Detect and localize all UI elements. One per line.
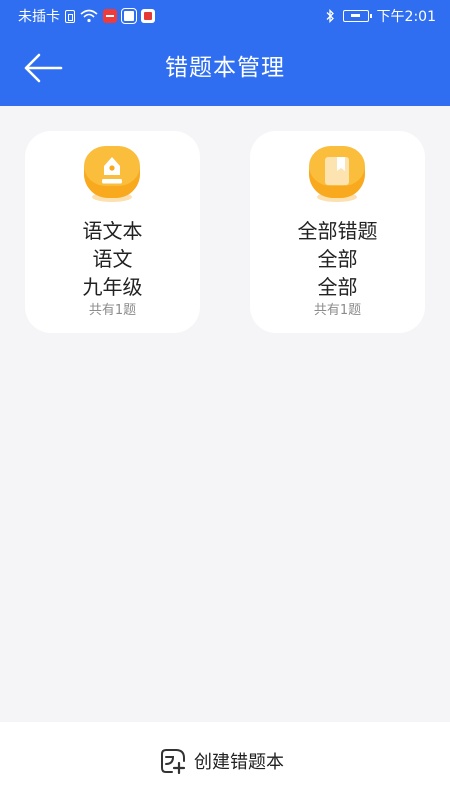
status-right: 下午2:01 — [325, 6, 436, 26]
page-title: 错题本管理 — [165, 55, 285, 81]
create-notebook-button[interactable]: 创建错题本 — [160, 747, 284, 775]
question-count: 共有1题 — [313, 303, 362, 318]
bottom-action-bar: 创建错题本 — [0, 722, 450, 800]
notebook-grade: 全部 — [317, 275, 358, 299]
carrier-text: 未插卡 — [18, 9, 60, 25]
clock-text: 下午2:01 — [376, 9, 436, 25]
sim-card-icon — [65, 9, 75, 23]
status-bar: 未插卡 下午2:01 — [0, 0, 450, 30]
notebook-name: 语文本 — [82, 219, 143, 243]
notebook-info: 全部错题 全部 全部 — [250, 217, 425, 301]
wifi-icon — [80, 9, 98, 23]
notebook-grade: 九年级 — [82, 275, 143, 299]
notebook-subject: 语文 — [92, 247, 133, 271]
notebook-name: 全部错题 — [297, 219, 378, 243]
notification-app-icon — [121, 8, 137, 24]
notebook-info: 语文本 语文 九年级 — [25, 217, 200, 301]
question-count: 共有1题 — [88, 303, 137, 318]
book-icon — [309, 146, 365, 202]
status-left: 未插卡 — [18, 6, 155, 26]
bluetooth-icon — [326, 9, 334, 23]
create-notebook-label: 创建错题本 — [194, 752, 284, 773]
notification-app-icon — [141, 9, 155, 23]
pen-nib-icon — [84, 146, 140, 202]
page-header: 错题本管理 — [0, 30, 450, 106]
notification-app-icon — [103, 9, 117, 23]
notebook-subject: 全部 — [317, 247, 358, 271]
notebook-grid: 语文本 语文 九年级 共有1题 全部错题 全部 全部 共有1题 — [25, 131, 425, 335]
top-app-bar: 未插卡 下午2:01 错题本管理 — [0, 0, 450, 106]
notebook-card-chinese[interactable]: 语文本 语文 九年级 共有1题 — [25, 131, 200, 333]
battery-icon — [342, 10, 372, 22]
notebook-card-all[interactable]: 全部错题 全部 全部 共有1题 — [250, 131, 425, 333]
add-note-icon — [161, 749, 186, 774]
